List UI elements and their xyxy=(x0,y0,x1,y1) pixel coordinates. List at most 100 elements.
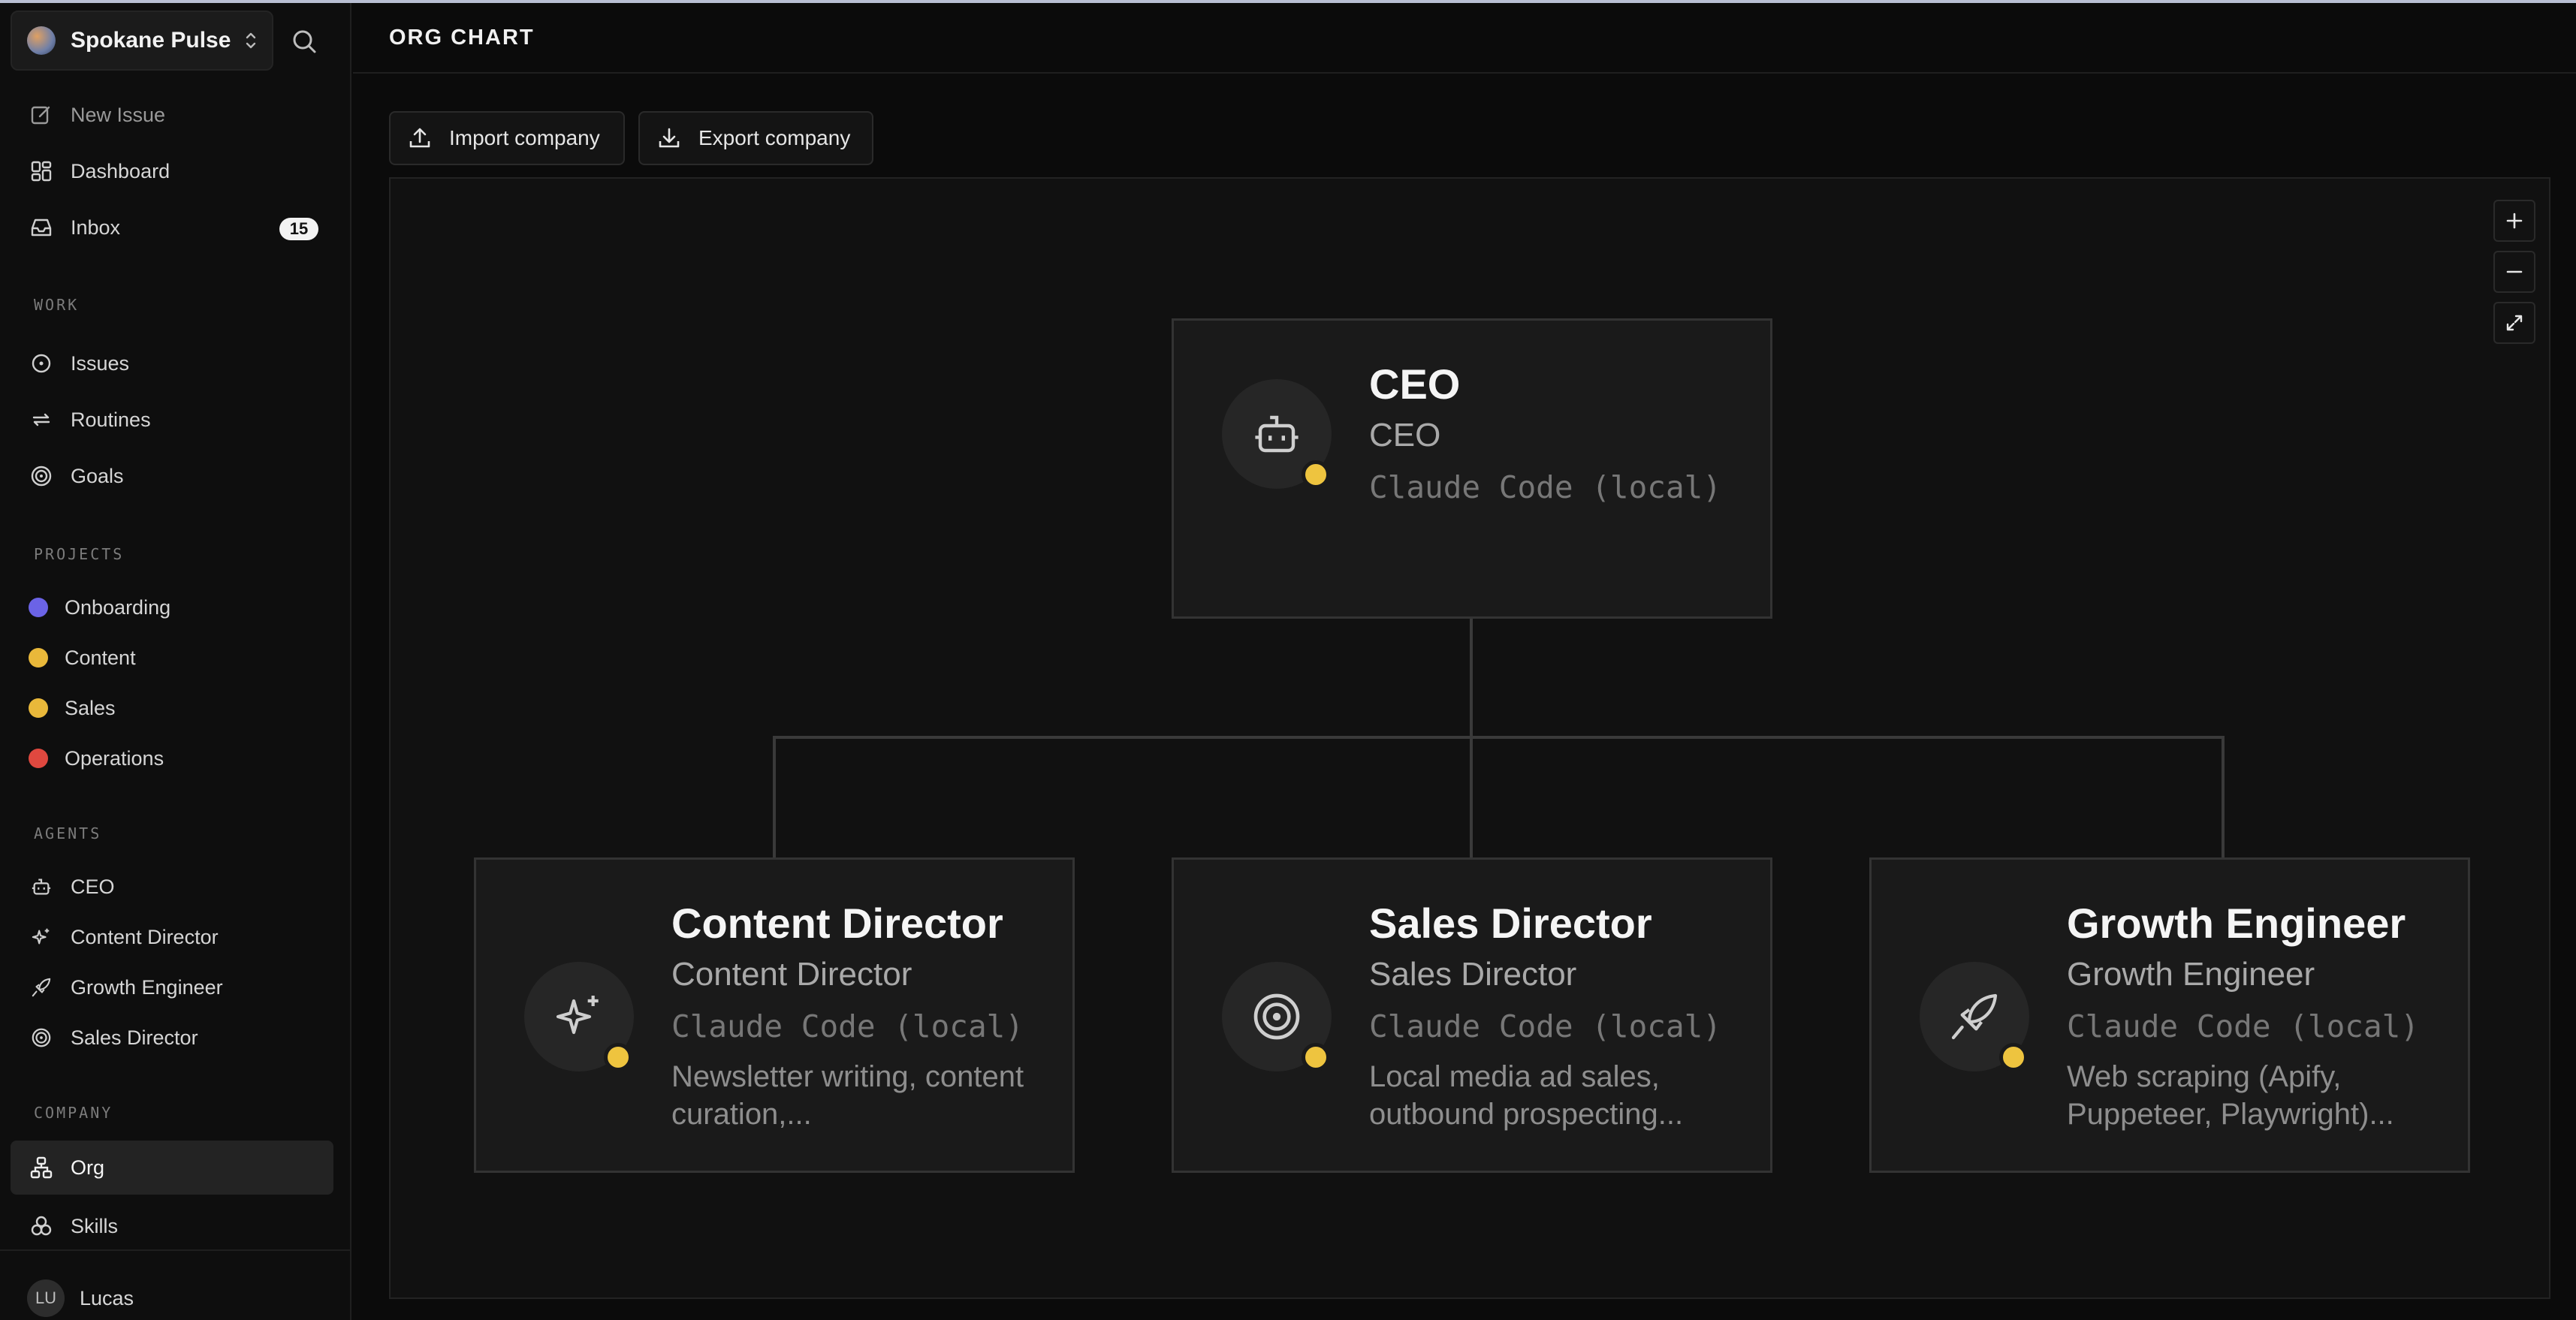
target-icon xyxy=(29,1025,54,1050)
section-label-company: COMPANY xyxy=(34,1104,113,1122)
sidebar-item-project-onboarding[interactable]: Onboarding xyxy=(11,584,333,631)
node-role: CEO xyxy=(1369,417,1441,454)
circle-dot-icon xyxy=(29,351,54,376)
plus-icon xyxy=(2506,212,2523,229)
page-title: ORG CHART xyxy=(389,25,535,50)
node-role: Sales Director xyxy=(1369,956,1577,993)
project-color-dot xyxy=(29,598,48,617)
sidebar-item-label: CEO xyxy=(71,875,115,898)
connector-line xyxy=(773,736,2225,739)
org-icon xyxy=(29,1155,54,1180)
node-title: Growth Engineer xyxy=(2067,900,2406,947)
sidebar-item-label: Content xyxy=(65,646,136,669)
org-node-sales-director[interactable]: Sales Director Sales Director Claude Cod… xyxy=(1172,857,1772,1173)
connector-line xyxy=(773,736,776,857)
sidebar-item-issues[interactable]: Issues xyxy=(11,340,333,387)
sidebar-item-label: Routines xyxy=(71,408,151,431)
org-node-ceo[interactable]: CEO CEO Claude Code (local) xyxy=(1172,318,1772,619)
sidebar-item-agent-sales-director[interactable]: Sales Director xyxy=(11,1014,333,1061)
org-node-growth-engineer[interactable]: Growth Engineer Growth Engineer Claude C… xyxy=(1869,857,2470,1173)
node-title: CEO xyxy=(1369,360,1461,408)
sidebar-item-project-operations[interactable]: Operations xyxy=(11,735,333,782)
node-role: Content Director xyxy=(671,956,912,993)
sidebar-item-dashboard[interactable]: Dashboard xyxy=(11,148,333,194)
dashboard-icon xyxy=(29,158,54,184)
sidebar-item-inbox[interactable]: Inbox 15 xyxy=(11,204,333,251)
sidebar-item-org[interactable]: Org xyxy=(11,1141,333,1195)
page-header: ORG CHART xyxy=(353,3,2576,74)
node-title: Sales Director xyxy=(1369,900,1652,947)
project-color-dot xyxy=(29,698,48,718)
sidebar-item-agent-ceo[interactable]: CEO xyxy=(11,863,333,910)
sidebar-item-label: New Issue xyxy=(71,103,166,126)
sidebar-item-label: Onboarding xyxy=(65,595,171,619)
node-description: Local media ad sales, outbound prospecti… xyxy=(1369,1060,1684,1131)
sidebar-item-label: Inbox xyxy=(71,215,121,239)
bot-icon xyxy=(1255,415,1299,453)
sidebar-item-label: Sales Director xyxy=(71,1026,198,1049)
zoom-out-button[interactable] xyxy=(2493,251,2535,293)
sidebar-divider xyxy=(0,1249,350,1251)
expand-icon xyxy=(2506,315,2523,331)
section-label-projects: PROJECTS xyxy=(34,545,125,563)
node-role: Growth Engineer xyxy=(2067,956,2315,993)
fit-view-button[interactable] xyxy=(2493,302,2535,344)
company-switcher[interactable]: Spokane Pulse xyxy=(11,11,273,71)
sidebar-item-goals[interactable]: Goals xyxy=(11,453,333,499)
sidebar-item-skills[interactable]: Skills xyxy=(11,1203,333,1249)
node-description: Newsletter writing, content curation,... xyxy=(671,1060,1024,1131)
node-description: Web scraping (Apify, Puppeteer, Playwrig… xyxy=(2067,1060,2394,1131)
export-company-label: Export company xyxy=(698,126,851,149)
rocket-icon xyxy=(29,975,54,1000)
sidebar-item-label: Content Director xyxy=(71,925,219,948)
sparkles-icon xyxy=(29,924,54,950)
import-company-label: Import company xyxy=(449,126,600,149)
sidebar-item-project-sales[interactable]: Sales xyxy=(11,685,333,731)
node-title: Content Director xyxy=(671,900,1003,947)
sidebar: Spokane Pulse New Issue Dashboard Inbox … xyxy=(0,3,351,1320)
download-icon xyxy=(659,128,680,148)
import-company-button[interactable]: Import company xyxy=(389,111,625,165)
user-menu[interactable]: LU Lucas xyxy=(27,1279,134,1317)
status-dot xyxy=(1999,1043,2028,1071)
sidebar-item-label: Skills xyxy=(71,1214,119,1237)
sidebar-item-label: Issues xyxy=(71,351,130,375)
org-chart-canvas[interactable]: CEO CEO Claude Code (local) Content Dire… xyxy=(389,177,2550,1299)
status-dot xyxy=(1302,460,1330,489)
connector-line xyxy=(2222,736,2225,857)
sidebar-item-agent-content-director[interactable]: Content Director xyxy=(11,914,333,960)
inbox-icon xyxy=(29,215,54,240)
org-node-content-director[interactable]: Content Director Content Director Claude… xyxy=(474,857,1075,1173)
project-color-dot xyxy=(29,749,48,768)
node-adapter: Claude Code (local) xyxy=(2067,1008,2419,1044)
sidebar-item-project-content[interactable]: Content xyxy=(11,634,333,681)
sidebar-item-label: Growth Engineer xyxy=(71,975,223,999)
search-icon[interactable] xyxy=(288,26,321,59)
sidebar-item-agent-growth-engineer[interactable]: Growth Engineer xyxy=(11,964,333,1011)
export-company-button[interactable]: Export company xyxy=(638,111,873,165)
sidebar-item-routines[interactable]: Routines xyxy=(11,396,333,443)
repeat-icon xyxy=(29,407,54,432)
target-icon xyxy=(29,463,54,489)
chevron-up-down-icon xyxy=(246,32,256,49)
node-adapter: Claude Code (local) xyxy=(671,1008,1024,1044)
company-name: Spokane Pulse xyxy=(71,28,231,53)
minus-icon xyxy=(2506,270,2523,273)
status-dot xyxy=(604,1043,632,1071)
node-adapter: Claude Code (local) xyxy=(1369,1008,1721,1044)
sidebar-item-new-issue[interactable]: New Issue xyxy=(11,92,333,138)
target-icon xyxy=(1253,993,1300,1040)
sidebar-item-label: Org xyxy=(71,1156,105,1179)
section-label-work: WORK xyxy=(34,296,80,314)
node-adapter: Claude Code (local) xyxy=(1369,469,1721,505)
section-label-agents: AGENTS xyxy=(34,824,102,842)
zoom-in-button[interactable] xyxy=(2493,200,2535,242)
upload-icon xyxy=(409,128,430,148)
sparkles-icon xyxy=(556,996,599,1035)
avatar: LU xyxy=(27,1279,65,1317)
connector-line xyxy=(1470,617,1473,736)
bot-icon xyxy=(29,874,54,900)
company-logo xyxy=(27,26,56,55)
connector-line xyxy=(1470,736,1473,857)
user-name: Lucas xyxy=(80,1286,134,1309)
